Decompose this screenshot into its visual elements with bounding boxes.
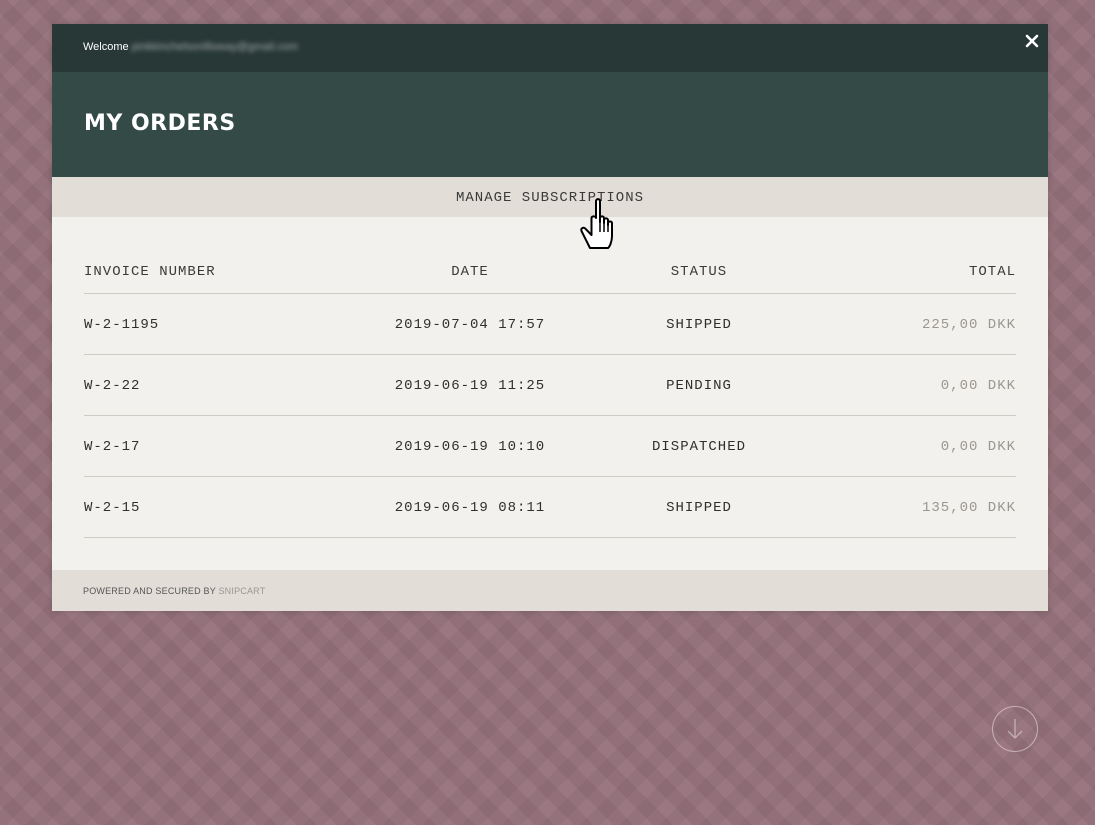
order-status: DISPATCHED: [651, 439, 746, 455]
close-button[interactable]: [1025, 34, 1039, 48]
modal-footer: POWERED AND SECURED BY SNIPCART: [52, 570, 1048, 611]
snipcart-link[interactable]: SNIPCART: [218, 586, 265, 596]
order-date: 2019-07-04 17:57: [394, 317, 546, 333]
order-status: SHIPPED: [666, 500, 732, 516]
welcome-message: Welcome pinkkinchelsonllloway@gmail.com: [83, 41, 298, 53]
welcome-label: Welcome: [83, 41, 129, 53]
order-date: 2019-06-19 10:10: [394, 439, 546, 455]
invoice-number[interactable]: W-2-17: [84, 439, 140, 455]
table-row[interactable]: W-2-17 2019-06-19 10:10 DISPATCHED 0,00 …: [84, 416, 1016, 477]
sub-navigation: MANAGE SUBSCRIPTIONS: [52, 177, 1048, 217]
invoice-number[interactable]: W-2-15: [84, 500, 140, 516]
order-total: 135,00 DKK: [921, 500, 1016, 516]
orders-modal: Welcome pinkkinchelsonllloway@gmail.com M…: [52, 24, 1048, 611]
powered-by-text: POWERED AND SECURED BY SNIPCART: [83, 586, 265, 596]
user-email-blurred: pinkkinchelsonllloway@gmail.com: [131, 41, 299, 53]
order-total: 0,00 DKK: [940, 439, 1016, 455]
close-icon: [1025, 34, 1039, 48]
page-title: MY ORDERS: [84, 111, 236, 136]
order-date: 2019-06-19 08:11: [394, 500, 546, 516]
table-row[interactable]: W-2-1195 2019-07-04 17:57 SHIPPED 225,00…: [84, 294, 1016, 355]
table-row[interactable]: W-2-22 2019-06-19 11:25 PENDING 0,00 DKK: [84, 355, 1016, 416]
column-header-date: DATE: [451, 264, 489, 280]
column-header-total: TOTAL: [968, 264, 1016, 280]
order-total: 225,00 DKK: [921, 317, 1016, 333]
manage-subscriptions-link[interactable]: MANAGE SUBSCRIPTIONS: [456, 190, 644, 206]
order-date: 2019-06-19 11:25: [394, 378, 546, 394]
order-status: PENDING: [666, 378, 732, 394]
scroll-down-button[interactable]: [992, 706, 1038, 752]
invoice-number[interactable]: W-2-1195: [84, 317, 159, 333]
order-total: 0,00 DKK: [940, 378, 1016, 394]
page-header: MY ORDERS: [52, 72, 1048, 177]
invoice-number[interactable]: W-2-22: [84, 378, 140, 394]
table-header: INVOICE NUMBER DATE STATUS TOTAL: [84, 254, 1016, 294]
column-header-invoice: INVOICE NUMBER: [84, 264, 216, 280]
powered-by-label: POWERED AND SECURED BY: [83, 586, 216, 596]
order-status: SHIPPED: [666, 317, 732, 333]
top-bar: Welcome pinkkinchelsonllloway@gmail.com: [52, 24, 1048, 72]
orders-table: INVOICE NUMBER DATE STATUS TOTAL W-2-119…: [84, 254, 1016, 538]
arrow-down-circle-icon: [992, 706, 1038, 752]
column-header-status: STATUS: [670, 264, 728, 280]
table-row[interactable]: W-2-15 2019-06-19 08:11 SHIPPED 135,00 D…: [84, 477, 1016, 538]
